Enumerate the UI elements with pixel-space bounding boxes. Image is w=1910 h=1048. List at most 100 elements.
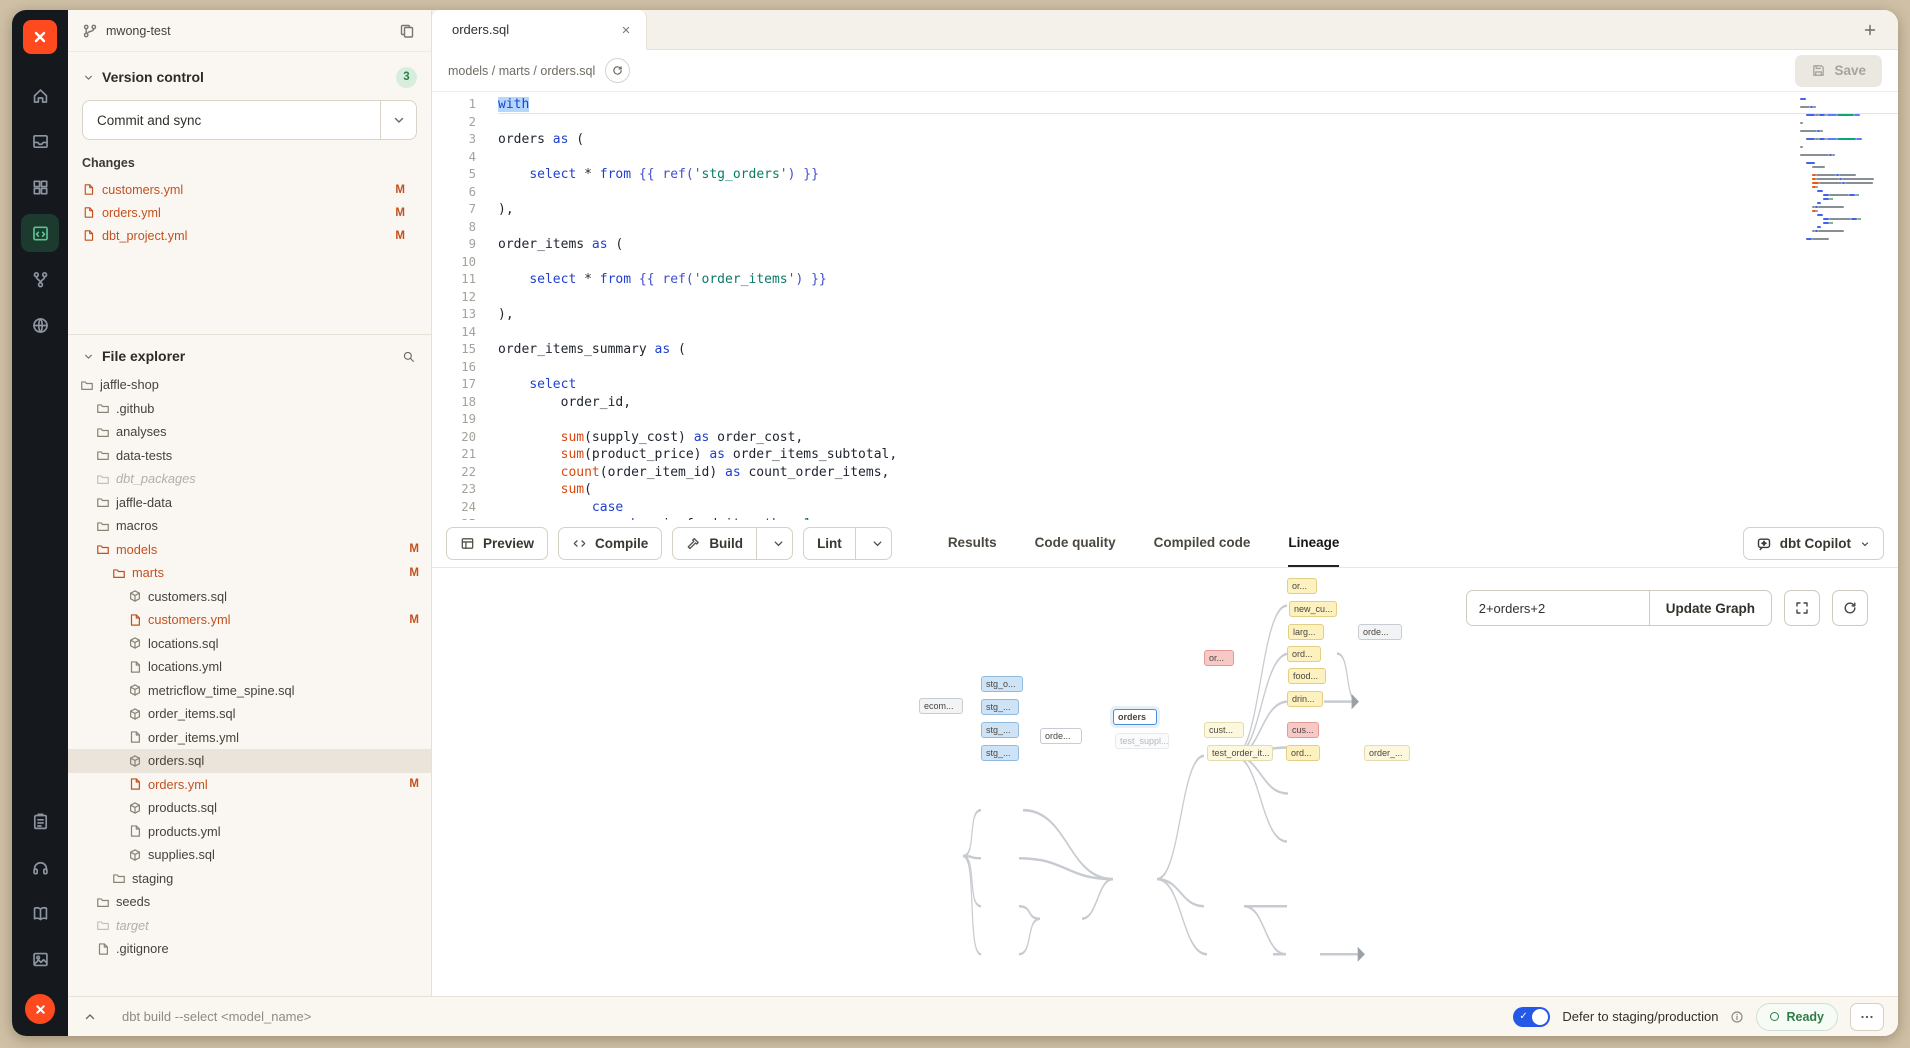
code-line[interactable]: order_items_summary as (	[498, 341, 1898, 359]
fullscreen-button[interactable]	[1784, 590, 1820, 626]
code-pane[interactable]: withorders as ( select * from {{ ref('st…	[490, 92, 1898, 520]
preview-button[interactable]: Preview	[446, 527, 548, 560]
code-line[interactable]: sum(	[498, 481, 1898, 499]
file-tree-item[interactable]: jaffle-data	[68, 491, 431, 515]
file-tree-item[interactable]: orders.ymlM	[68, 773, 431, 797]
editor-tab-orders-sql[interactable]: orders.sql	[432, 10, 647, 50]
code-line[interactable]: order_id,	[498, 394, 1898, 412]
editor-minimap[interactable]	[1800, 98, 1884, 246]
results-tab-code-quality[interactable]: Code quality	[1035, 520, 1116, 567]
rail-item-code-window[interactable]	[21, 214, 59, 252]
file-tree-item[interactable]: metricflow_time_spine.sql	[68, 679, 431, 703]
info-icon[interactable]	[1730, 1010, 1744, 1024]
changed-file[interactable]: orders.ymlM	[82, 201, 417, 224]
file-tree-item[interactable]: staging	[68, 867, 431, 891]
code-editor[interactable]: 1234567891011121314151617181920212223242…	[432, 92, 1898, 520]
lineage-node[interactable]: test_order_it...	[1207, 745, 1273, 761]
file-tree-item[interactable]: jaffle-shop	[68, 373, 431, 397]
lineage-node[interactable]: new_cu...	[1289, 601, 1337, 617]
code-line[interactable]	[498, 289, 1898, 307]
file-tree-item[interactable]: products.sql	[68, 796, 431, 820]
file-tree-item[interactable]: target	[68, 914, 431, 938]
overflow-menu-button[interactable]	[1850, 1003, 1884, 1031]
lineage-node[interactable]: test_suppl...	[1115, 733, 1169, 749]
lineage-panel[interactable]: Update Graph ecom... stg_o... stg_... stg_.…	[432, 568, 1898, 996]
file-tree-item[interactable]: locations.sql	[68, 632, 431, 656]
file-tree-item[interactable]: order_items.sql	[68, 702, 431, 726]
lineage-node[interactable]: ecom...	[919, 698, 963, 714]
rail-item-book[interactable]	[21, 894, 59, 932]
rail-item-git-fork[interactable]	[21, 260, 59, 298]
expand-panel-button[interactable]	[82, 1009, 98, 1025]
compile-button[interactable]: Compile	[558, 527, 662, 560]
lineage-node[interactable]: order_...	[1364, 745, 1410, 761]
lineage-node[interactable]: drin...	[1287, 691, 1323, 707]
file-tree-item[interactable]: .github	[68, 397, 431, 421]
cli-command-input[interactable]: dbt build --select <model_name>	[122, 1009, 311, 1024]
update-graph-button[interactable]: Update Graph	[1649, 591, 1771, 625]
code-line[interactable]	[498, 411, 1898, 429]
build-dropdown-toggle[interactable]	[765, 536, 792, 551]
lineage-node[interactable]: orde...	[1040, 728, 1082, 744]
code-line[interactable]: select	[498, 376, 1898, 394]
rail-item-image[interactable]	[21, 940, 59, 978]
code-line[interactable]: when is_food_item then 1	[498, 516, 1898, 520]
lineage-node[interactable]: cus...	[1287, 722, 1319, 738]
results-tab-results[interactable]: Results	[948, 520, 997, 567]
lineage-node[interactable]: stg_o...	[981, 676, 1023, 692]
file-tree-item[interactable]: customers.ymlM	[68, 608, 431, 632]
lineage-node[interactable]: ord...	[1286, 745, 1320, 761]
lineage-node[interactable]: orders	[1113, 709, 1157, 725]
lineage-node[interactable]: or...	[1287, 578, 1317, 594]
rail-item-home[interactable]	[21, 76, 59, 114]
file-tree-item[interactable]: analyses	[68, 420, 431, 444]
file-tree-item[interactable]: locations.yml	[68, 655, 431, 679]
code-line[interactable]: count(order_item_id) as count_order_item…	[498, 464, 1898, 482]
file-tree-item[interactable]: seeds	[68, 890, 431, 914]
lint-button[interactable]: Lint	[803, 527, 892, 560]
refresh-graph-button[interactable]	[1832, 590, 1868, 626]
file-tree-item[interactable]: dbt_packages	[68, 467, 431, 491]
code-line[interactable]: order_items as (	[498, 236, 1898, 254]
file-tree-item[interactable]: customers.sql	[68, 585, 431, 609]
code-line[interactable]: ),	[498, 201, 1898, 219]
file-tree-item[interactable]: products.yml	[68, 820, 431, 844]
rail-item-globe[interactable]	[21, 306, 59, 344]
file-tree-item[interactable]: supplies.sql	[68, 843, 431, 867]
code-line[interactable]: select * from {{ ref('order_items') }}	[498, 271, 1898, 289]
user-avatar[interactable]	[25, 994, 55, 1024]
lineage-node[interactable]: stg_...	[981, 745, 1019, 761]
code-line[interactable]	[498, 254, 1898, 272]
code-line[interactable]: with	[498, 96, 1898, 114]
code-line[interactable]: ),	[498, 306, 1898, 324]
changed-file[interactable]: customers.ymlM	[82, 178, 417, 201]
dbt-logo[interactable]	[23, 20, 57, 54]
rail-item-clipboard[interactable]	[21, 802, 59, 840]
defer-toggle[interactable]: ✓	[1513, 1007, 1550, 1027]
code-line[interactable]	[498, 149, 1898, 167]
code-line[interactable]: sum(supply_cost) as order_cost,	[498, 429, 1898, 447]
lineage-node[interactable]: larg...	[1288, 624, 1324, 640]
lineage-node[interactable]: food...	[1288, 668, 1326, 684]
lint-dropdown-toggle[interactable]	[864, 536, 891, 551]
version-control-header[interactable]: Version control 3	[82, 62, 417, 92]
dbt-copilot-button[interactable]: dbt Copilot	[1743, 527, 1884, 560]
file-tree-item[interactable]: order_items.yml	[68, 726, 431, 750]
commit-dropdown-toggle[interactable]	[380, 101, 416, 139]
lineage-node[interactable]: or...	[1204, 650, 1234, 666]
branch-selector[interactable]: mwong-test	[68, 10, 431, 52]
file-tree-item[interactable]: data-tests	[68, 444, 431, 468]
lineage-node[interactable]: ord...	[1287, 646, 1321, 662]
results-tab-lineage[interactable]: Lineage	[1288, 520, 1339, 567]
changed-file[interactable]: dbt_project.ymlM	[82, 224, 417, 247]
file-state-button[interactable]	[605, 58, 630, 83]
build-button[interactable]: Build	[672, 527, 793, 560]
code-line[interactable]: case	[498, 499, 1898, 517]
lineage-node[interactable]: stg_...	[981, 722, 1019, 738]
lineage-node[interactable]: orde...	[1358, 624, 1402, 640]
file-tree-item[interactable]: macros	[68, 514, 431, 538]
file-tree-item[interactable]: orders.sql	[68, 749, 431, 773]
new-tab-button[interactable]	[1856, 16, 1884, 44]
lineage-node[interactable]: stg_...	[981, 699, 1019, 715]
lineage-filter-input[interactable]	[1467, 591, 1649, 625]
